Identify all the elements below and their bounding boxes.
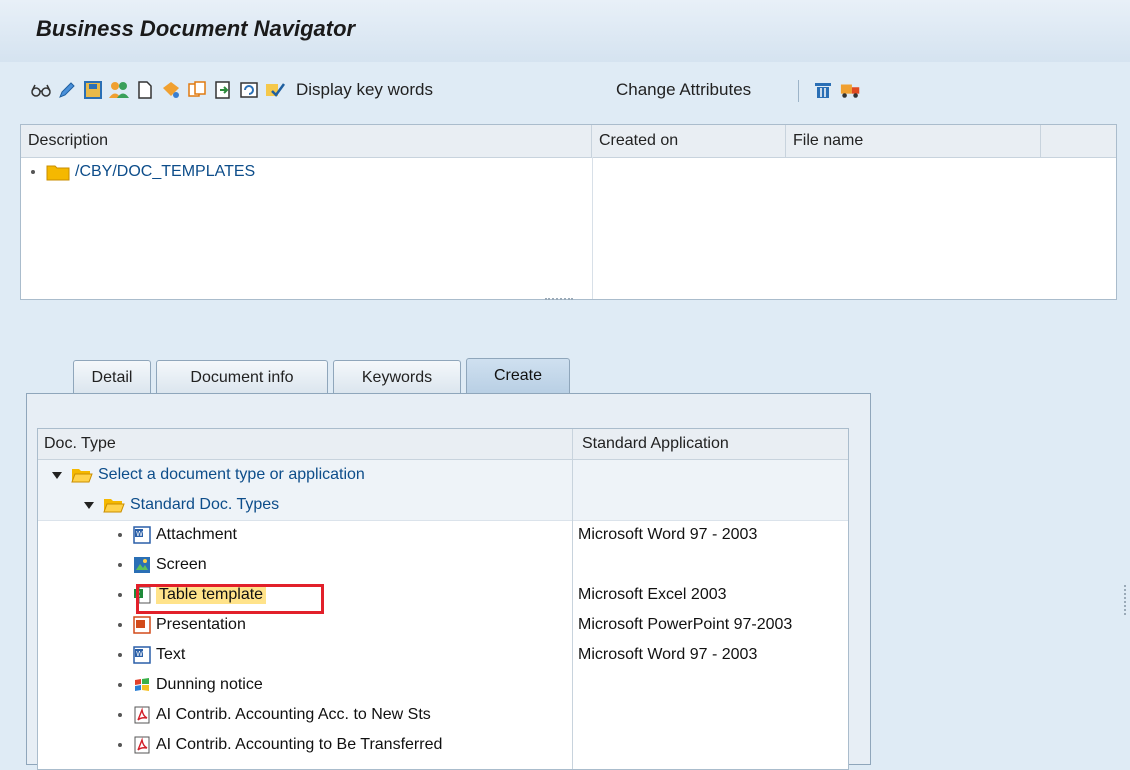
save-icon[interactable] <box>82 79 104 101</box>
vertical-splitter-handle[interactable] <box>1124 585 1129 615</box>
trash-icon[interactable] <box>812 79 834 101</box>
column-header-doc-type[interactable]: Doc. Type <box>38 429 116 459</box>
doc-type-label: Text <box>156 646 186 663</box>
column-header-standard-application[interactable]: Standard Application <box>576 429 729 459</box>
highlight-annotation-box <box>136 584 324 614</box>
doc-type-label: Dunning notice <box>156 676 263 693</box>
doc-type-row[interactable]: W Text Microsoft Word 97 - 2003 <box>38 640 848 670</box>
application-toolbar: Display key words Change Attributes <box>0 62 1130 116</box>
doc-type-row[interactable]: Presentation Microsoft PowerPoint 97-200… <box>38 610 848 640</box>
folder-row[interactable]: /CBY/DOC_TEMPLATES <box>29 161 255 183</box>
tree-bullet-icon <box>118 623 122 627</box>
svg-text:W: W <box>136 650 143 658</box>
open-folder-icon <box>70 465 94 485</box>
display-key-words-button[interactable]: Display key words <box>296 80 433 100</box>
tab-document-info[interactable]: Document info <box>156 360 328 394</box>
tab-keywords[interactable]: Keywords <box>333 360 461 394</box>
doc-type-grid: Doc. Type Standard Application Select a … <box>37 428 849 770</box>
tree-bullet-icon <box>118 683 122 687</box>
svg-text:W: W <box>136 530 143 538</box>
standard-application: Microsoft Excel 2003 <box>578 586 727 603</box>
tree-bullet-icon <box>118 743 122 747</box>
paint-icon[interactable] <box>160 79 182 101</box>
change-attributes-button[interactable]: Change Attributes <box>616 80 751 100</box>
app-title: Business Document Navigator <box>36 16 356 41</box>
new-doc-icon[interactable] <box>134 79 156 101</box>
doc-type-label: Screen <box>156 556 207 573</box>
doc-type-label: Presentation <box>156 616 246 633</box>
expand-arrow-icon[interactable] <box>52 471 62 479</box>
image-icon <box>132 555 152 575</box>
expand-arrow-icon[interactable] <box>84 501 94 509</box>
doc-type-row[interactable]: Dunning notice <box>38 670 848 700</box>
refresh-icon[interactable] <box>238 79 260 101</box>
tree-bullet-icon <box>31 170 35 174</box>
copy-icon[interactable] <box>186 79 208 101</box>
truck-icon[interactable] <box>840 79 862 101</box>
windows-icon <box>132 675 152 695</box>
doc-type-label: AI Contrib. Accounting Acc. to New Sts <box>156 706 431 723</box>
tab-detail[interactable]: Detail <box>73 360 151 394</box>
column-header-created-on[interactable]: Created on <box>592 125 786 157</box>
doc-type-label: Attachment <box>156 526 237 543</box>
tree-root-row[interactable]: Select a document type or application <box>38 460 848 491</box>
open-folder-icon <box>102 495 126 515</box>
tree-root-label: Select a document type or application <box>98 466 365 483</box>
tree-group-row[interactable]: Standard Doc. Types <box>38 490 848 521</box>
pencil-icon[interactable] <box>56 79 78 101</box>
document-list-header: Description Created on File name <box>21 125 1116 158</box>
glasses-icon[interactable] <box>30 79 52 101</box>
doc-type-row[interactable]: Screen <box>38 550 848 580</box>
doc-type-row[interactable]: AI Contrib. Accounting Acc. to New Sts <box>38 700 848 730</box>
toolbar-separator <box>798 80 799 102</box>
word-doc-icon: W <box>132 525 152 545</box>
tree-bullet-icon <box>118 713 122 717</box>
tree-group-label: Standard Doc. Types <box>130 496 280 513</box>
export-icon[interactable] <box>212 79 234 101</box>
word-doc-icon: W <box>132 645 152 665</box>
tree-bullet-icon <box>118 653 122 657</box>
doc-type-header: Doc. Type Standard Application <box>38 429 848 460</box>
tree-bullet-icon <box>118 563 122 567</box>
powerpoint-doc-icon <box>132 615 152 635</box>
tree-bullet-icon <box>118 533 122 537</box>
column-header-description[interactable]: Description <box>21 125 592 157</box>
users-icon[interactable] <box>108 79 130 101</box>
tab-create[interactable]: Create <box>466 358 570 394</box>
tree-bullet-icon <box>118 593 122 597</box>
column-header-file-name[interactable]: File name <box>786 125 1041 157</box>
folder-icon <box>45 162 71 182</box>
title-bar: Business Document Navigator <box>0 0 1130 63</box>
pdf-icon <box>132 705 152 725</box>
pdf-icon <box>132 735 152 755</box>
splitter-handle[interactable] <box>545 298 573 304</box>
doc-type-row[interactable]: AI Contrib. Accounting to Be Transferred <box>38 730 848 760</box>
standard-application: Microsoft Word 97 - 2003 <box>578 646 758 663</box>
doc-type-row[interactable]: W Attachment Microsoft Word 97 - 2003 <box>38 520 848 550</box>
check-icon[interactable] <box>264 79 286 101</box>
folder-label: /CBY/DOC_TEMPLATES <box>75 163 256 180</box>
standard-application: Microsoft PowerPoint 97-2003 <box>578 616 793 633</box>
document-list-grid: Description Created on File name /CBY/DO… <box>20 124 1117 300</box>
column-divider <box>592 157 593 299</box>
standard-application: Microsoft Word 97 - 2003 <box>578 526 758 543</box>
doc-type-label: AI Contrib. Accounting to Be Transferred <box>156 736 443 753</box>
